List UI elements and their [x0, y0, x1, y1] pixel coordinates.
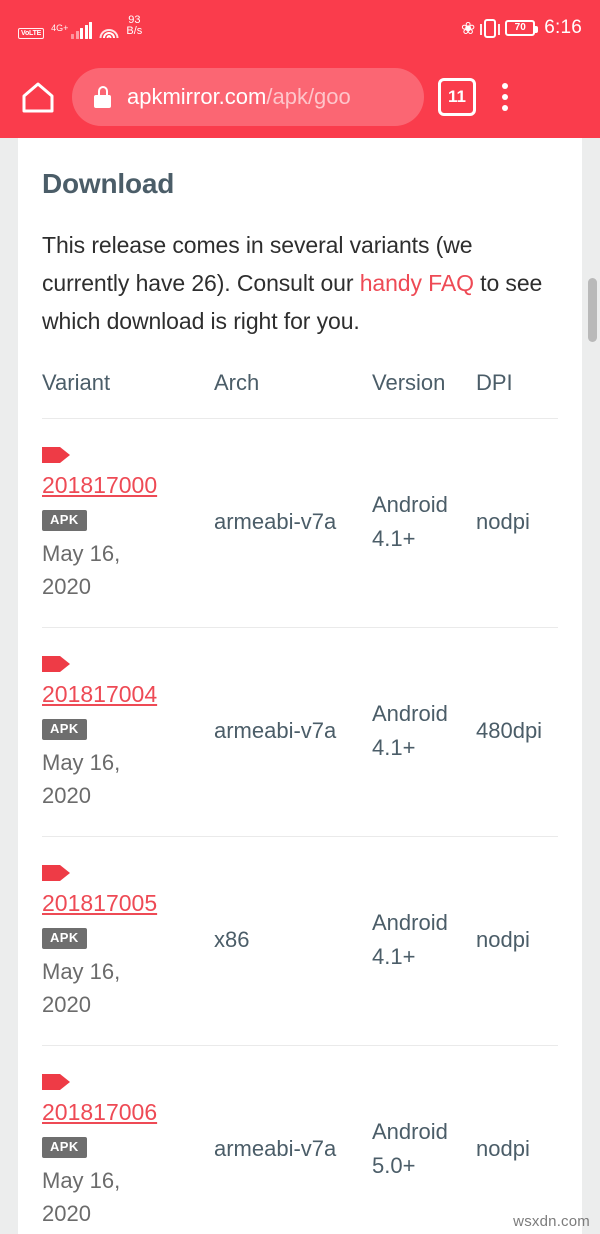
battery-level-label: 70 [514, 22, 526, 33]
cell-version: Android 5.0+ [372, 1045, 476, 1234]
cell-variant: 201817005 APK May 16, 2020 [42, 836, 214, 1046]
column-header-dpi[interactable]: DPI [476, 370, 558, 419]
cell-dpi: nodpi [476, 418, 558, 628]
variants-table: Variant Arch Version DPI 201817000 APK M… [42, 370, 558, 1234]
cell-dpi: nodpi [476, 1045, 558, 1234]
status-bar-right: ❀ 70 6:16 [461, 17, 582, 39]
variant-link[interactable]: 201817006 [42, 1097, 214, 1127]
home-icon[interactable] [18, 77, 58, 117]
intro-paragraph: This release comes in several variants (… [42, 226, 558, 340]
data-speed-unit: B/s [126, 25, 143, 37]
cell-variant: 201817004 APK May 16, 2020 [42, 627, 214, 837]
variant-cell-content: 201817005 APK May 16, 2020 [42, 859, 214, 1021]
wifi-icon [99, 23, 119, 39]
tag-icon [42, 650, 70, 672]
network-type-label: 4G+ [51, 23, 69, 33]
variant-date: May 16, 2020 [42, 1168, 121, 1226]
clock-label: 6:16 [544, 17, 582, 38]
variant-date: May 16, 2020 [42, 541, 121, 599]
phone-screen: VoLTE 4G+ 93 B/s ❀ 70 6:16 apkmirror.com… [0, 0, 600, 1234]
volte-icon: VoLTE [18, 28, 45, 39]
url-path: /apk/goo [266, 84, 351, 109]
cell-version: Android 4.1+ [372, 418, 476, 628]
cell-arch: armeabi-v7a [214, 418, 372, 628]
variants-table-head: Variant Arch Version DPI [42, 370, 558, 419]
column-header-variant[interactable]: Variant [42, 370, 214, 419]
cell-version: Android 4.1+ [372, 627, 476, 837]
web-page-viewport: Download This release comes in several v… [0, 138, 600, 1234]
variant-link[interactable]: 201817005 [42, 888, 214, 918]
apk-badge: APK [42, 1137, 87, 1158]
address-bar[interactable]: apkmirror.com/apk/goo [72, 68, 424, 126]
variant-link[interactable]: 201817000 [42, 470, 214, 500]
tab-count-label: 11 [448, 87, 466, 106]
cell-arch: armeabi-v7a [214, 1045, 372, 1234]
variant-date: May 16, 2020 [42, 959, 121, 1017]
bluetooth-icon: ❀ [460, 18, 476, 38]
content-card: Download This release comes in several v… [18, 138, 582, 1234]
table-row[interactable]: 201817006 APK May 16, 2020 armeabi-v7a A… [42, 1045, 558, 1234]
vibrate-icon [480, 18, 501, 38]
url-host: apkmirror.com [127, 84, 267, 109]
cell-dpi: 480dpi [476, 627, 558, 837]
status-bar: VoLTE 4G+ 93 B/s ❀ 70 6:16 [0, 0, 600, 56]
variant-link[interactable]: 201817004 [42, 679, 214, 709]
variants-table-body: 201817000 APK May 16, 2020 armeabi-v7a A… [42, 418, 558, 1234]
tab-switcher-button[interactable]: 11 [438, 78, 476, 116]
table-row[interactable]: 201817005 APK May 16, 2020 x86 Android 4… [42, 836, 558, 1046]
cell-variant: 201817006 APK May 16, 2020 [42, 1045, 214, 1234]
cell-variant: 201817000 APK May 16, 2020 [42, 418, 214, 628]
cell-arch: armeabi-v7a [214, 627, 372, 837]
table-row[interactable]: 201817004 APK May 16, 2020 armeabi-v7a A… [42, 627, 558, 837]
cell-arch: x86 [214, 836, 372, 1046]
apk-badge: APK [42, 510, 87, 531]
lock-icon [94, 86, 111, 108]
signal-bars-icon [71, 21, 93, 39]
variant-cell-content: 201817006 APK May 16, 2020 [42, 1068, 214, 1230]
cell-version: Android 4.1+ [372, 836, 476, 1046]
overflow-menu-icon[interactable] [490, 83, 520, 111]
page-title: Download [42, 168, 175, 199]
column-header-arch[interactable]: Arch [214, 370, 372, 419]
handy-faq-link[interactable]: handy FAQ [360, 270, 474, 296]
url-text: apkmirror.com/apk/goo [127, 84, 351, 110]
variant-cell-content: 201817004 APK May 16, 2020 [42, 650, 214, 812]
cell-dpi: nodpi [476, 836, 558, 1046]
column-header-version[interactable]: Version [372, 370, 476, 419]
table-row[interactable]: 201817000 APK May 16, 2020 armeabi-v7a A… [42, 418, 558, 628]
battery-icon: 70 [505, 20, 539, 36]
tag-icon [42, 859, 70, 881]
tag-icon [42, 1068, 70, 1090]
variant-date: May 16, 2020 [42, 750, 121, 808]
vertical-scrollbar-thumb[interactable] [588, 278, 597, 342]
watermark-label: wsxdn.com [513, 1213, 590, 1230]
apk-badge: APK [42, 719, 87, 740]
apk-badge: APK [42, 928, 87, 949]
tag-icon [42, 441, 70, 463]
status-bar-left: VoLTE 4G+ 93 B/s [18, 15, 142, 39]
table-header-row: Variant Arch Version DPI [42, 370, 558, 419]
browser-toolbar: apkmirror.com/apk/goo 11 [0, 56, 600, 138]
data-speed-indicator: 93 B/s [126, 15, 142, 37]
variant-cell-content: 201817000 APK May 16, 2020 [42, 441, 214, 603]
